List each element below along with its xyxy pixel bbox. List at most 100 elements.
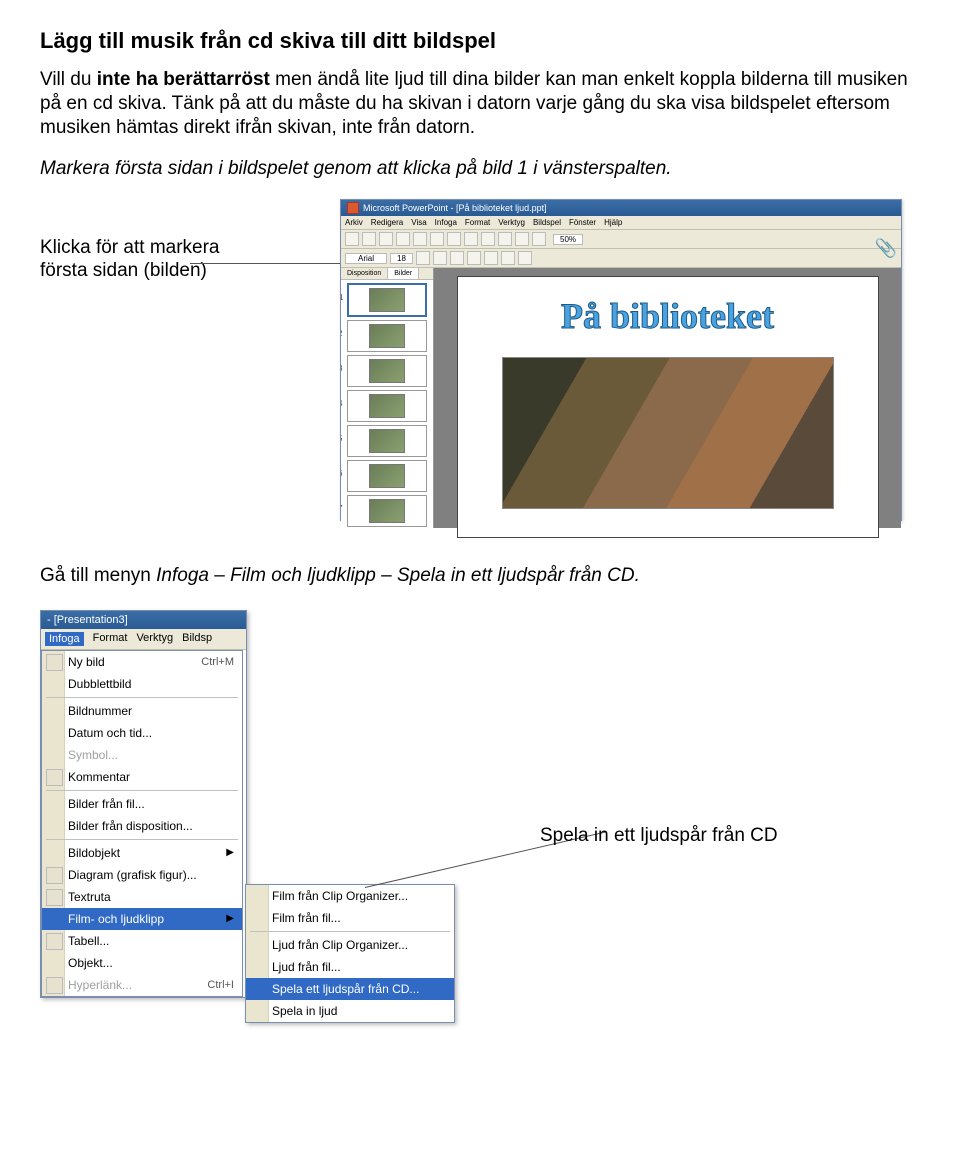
- thumb-image: [369, 464, 405, 488]
- menu-item-label: Objekt...: [68, 956, 113, 970]
- menu-redigera[interactable]: Redigera: [371, 218, 403, 227]
- callout-mark-first: Klicka för att markera första sidan (bil…: [40, 237, 250, 283]
- toolbar-button[interactable]: [501, 251, 515, 265]
- menu-item[interactable]: Bildnummer: [42, 700, 242, 722]
- toolbar-formatting: Arial 18: [341, 249, 901, 268]
- toolbar-button[interactable]: [447, 232, 461, 246]
- menu-item-icon: [46, 867, 63, 884]
- bold-button[interactable]: [416, 251, 430, 265]
- thumb-image: [369, 499, 405, 523]
- menu-item[interactable]: Diagram (grafisk figur)...: [42, 864, 242, 886]
- menu-item-label: Bilder från fil...: [68, 797, 145, 811]
- menu-verktyg[interactable]: Verktyg: [498, 218, 525, 227]
- toolbar-button[interactable]: [532, 232, 546, 246]
- menu-format[interactable]: Format: [465, 218, 490, 227]
- menu-item-icon: [46, 889, 63, 906]
- menu-item[interactable]: Bilder från disposition...: [42, 815, 242, 837]
- toolbar-button[interactable]: [518, 251, 532, 265]
- thumbnail-slide[interactable]: 6: [347, 460, 427, 492]
- menu-item[interactable]: Film från Clip Organizer...: [246, 885, 454, 907]
- ppt-body: Disposition Bilder 1234567 På biblioteke…: [341, 268, 901, 528]
- menu-item[interactable]: Film- och ljudklipp ▶: [42, 908, 242, 930]
- submenu-film-ljud: Film från Clip Organizer... Film från fil…: [245, 884, 455, 1023]
- italic-button[interactable]: [433, 251, 447, 265]
- menu-arkiv[interactable]: Arkiv: [345, 218, 363, 227]
- menu-item[interactable]: Dubblettbild: [42, 673, 242, 695]
- menu-item[interactable]: Spela ett ljudspår från CD...: [246, 978, 454, 1000]
- menu-item-label: Textruta: [68, 890, 111, 904]
- fontsize-combo[interactable]: 18: [390, 253, 413, 264]
- menu-separator: [46, 839, 238, 840]
- submenu-arrow-icon: ▶: [226, 847, 234, 858]
- menu-item[interactable]: Spela in ljud: [246, 1000, 454, 1022]
- menu-item[interactable]: Kommentar: [42, 766, 242, 788]
- menu-fönster[interactable]: Fönster: [569, 218, 596, 227]
- thumb-image: [369, 394, 405, 418]
- thumb-number: 5: [341, 434, 342, 443]
- menu-item-label: Film- och ljudklipp: [68, 912, 164, 926]
- menu-item[interactable]: Bilder från fil...: [42, 793, 242, 815]
- thumbnail-panel: Disposition Bilder 1234567: [341, 268, 434, 528]
- thumbnail-slide[interactable]: 1: [347, 283, 427, 317]
- menu-item[interactable]: Objekt...: [42, 952, 242, 974]
- clippy-icon[interactable]: 📎: [875, 238, 897, 259]
- menu-visa[interactable]: Visa: [411, 218, 426, 227]
- font-combo[interactable]: Arial: [345, 253, 387, 264]
- toolbar-button[interactable]: [396, 232, 410, 246]
- toolbar-button[interactable]: [413, 232, 427, 246]
- menu-item-label: Bildobjekt: [68, 846, 120, 860]
- tab-row: Disposition Bilder: [341, 268, 433, 280]
- slide-canvas: På biblioteket: [457, 276, 879, 538]
- toolbar-button[interactable]: [498, 232, 512, 246]
- toolbar-button[interactable]: [515, 232, 529, 246]
- toolbar-button[interactable]: [430, 232, 444, 246]
- menu-item[interactable]: Tabell...: [42, 930, 242, 952]
- window-titlebar: - [Presentation3]: [41, 611, 246, 629]
- text-em: Spela in ett ljudspår från CD.: [397, 565, 640, 586]
- menu-verktyg[interactable]: Verktyg: [136, 632, 173, 646]
- thumbnail-slide[interactable]: 3: [347, 355, 427, 387]
- thumbnail-slide[interactable]: 5: [347, 425, 427, 457]
- toolbar-button[interactable]: [345, 232, 359, 246]
- menu-item-label: Ny bild: [68, 655, 105, 669]
- toolbar-button[interactable]: [379, 232, 393, 246]
- powerpoint-icon: [347, 202, 359, 214]
- menu-item[interactable]: Ny bildCtrl+M: [42, 651, 242, 673]
- strong-text: inte ha berättarröst: [97, 69, 270, 90]
- thumbnail-slide[interactable]: 2: [347, 320, 427, 352]
- underline-button[interactable]: [450, 251, 464, 265]
- menu-infoga[interactable]: Infoga: [45, 632, 84, 646]
- menu-item-label: Film från Clip Organizer...: [272, 889, 408, 903]
- toolbar-button[interactable]: [467, 251, 481, 265]
- tab-bilder[interactable]: Bilder: [388, 268, 419, 279]
- menu-item-label: Datum och tid...: [68, 726, 152, 740]
- thumbnail-slide[interactable]: 7: [347, 495, 427, 527]
- menu-item-label: Film från fil...: [272, 911, 341, 925]
- menu-hjälp[interactable]: Hjälp: [604, 218, 622, 227]
- submenu-arrow-icon: ▶: [226, 913, 234, 924]
- toolbar-button[interactable]: [484, 251, 498, 265]
- thumb-image: [369, 359, 405, 383]
- thumb-number: 4: [341, 399, 342, 408]
- menu-bildsp[interactable]: Bildsp: [182, 632, 212, 646]
- text: –: [376, 565, 397, 586]
- toolbar-button[interactable]: [464, 232, 478, 246]
- menu-bildspel[interactable]: Bildspel: [533, 218, 561, 227]
- toolbar-button[interactable]: [362, 232, 376, 246]
- tab-disposition[interactable]: Disposition: [341, 268, 388, 279]
- page-title: Lägg till musik från cd skiva till ditt …: [40, 28, 920, 54]
- menu-item[interactable]: Datum och tid...: [42, 722, 242, 744]
- menu-item[interactable]: Ljud från Clip Organizer...: [246, 934, 454, 956]
- menu-item[interactable]: Textruta: [42, 886, 242, 908]
- menu-format[interactable]: Format: [93, 632, 128, 646]
- menu-item[interactable]: Ljud från fil...: [246, 956, 454, 978]
- menu-infoga[interactable]: Infoga: [435, 218, 457, 227]
- slide-title-wordart: På biblioteket: [561, 295, 774, 337]
- thumbnail-slide[interactable]: 4: [347, 390, 427, 422]
- menu-item[interactable]: Film från fil...: [246, 907, 454, 929]
- zoom-field[interactable]: 50%: [553, 234, 583, 245]
- toolbar-button[interactable]: [481, 232, 495, 246]
- menubar: Infoga Format Verktyg Bildsp: [41, 629, 246, 650]
- menu-item[interactable]: Bildobjekt ▶: [42, 842, 242, 864]
- slide-edit-area[interactable]: På biblioteket: [434, 268, 901, 528]
